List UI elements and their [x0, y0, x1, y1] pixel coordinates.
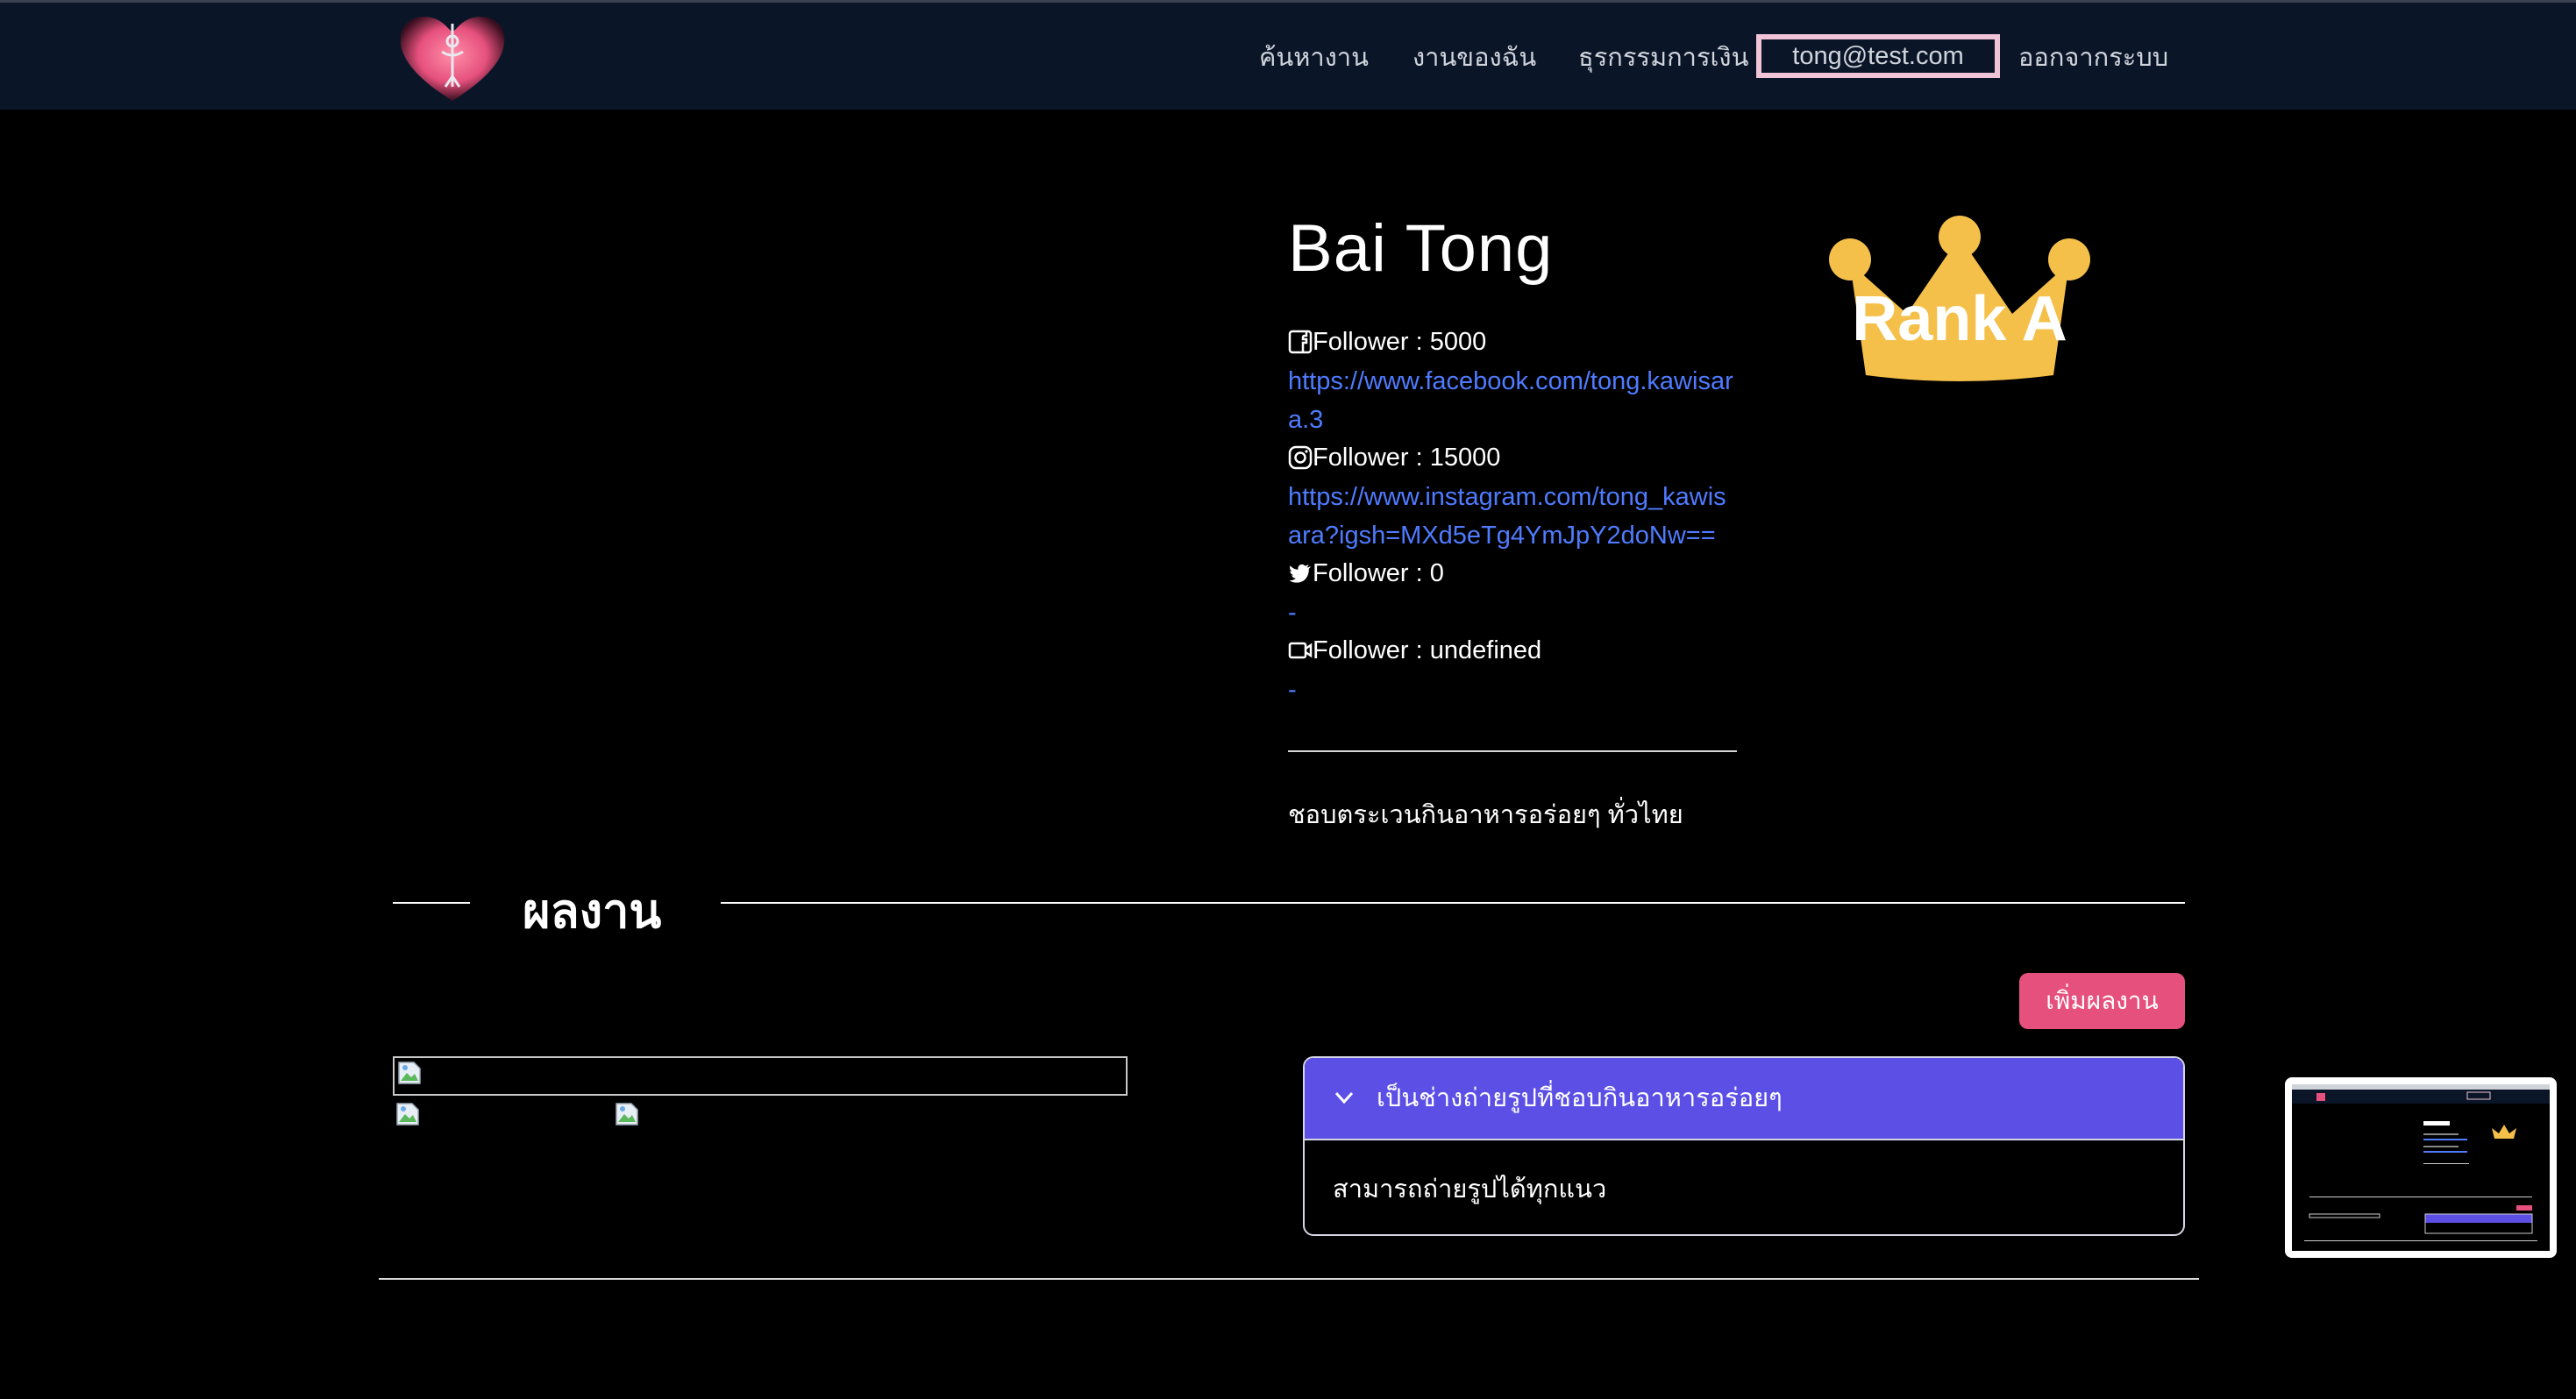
nav-logout[interactable]: ออกจากระบบ	[2018, 36, 2168, 80]
navbar: ค้นหางาน งานของฉัน ธุรกรรมการเงิน tong@t…	[0, 3, 2576, 110]
video-link[interactable]: -	[1288, 671, 1737, 709]
twitter-link[interactable]: -	[1288, 593, 1737, 632]
nav-find-jobs[interactable]: ค้นหางาน	[1259, 36, 1369, 80]
instagram-link[interactable]: https://www.instagram.com/tong_kawisara?…	[1288, 478, 1737, 555]
accordion-header[interactable]: เป็นช่างถ่ายรูปที่ชอบกินอาหารอร่อยๆ	[1305, 1058, 2183, 1140]
preview-miniature	[2292, 1084, 2550, 1241]
twitter-followers: Follower : 0	[1288, 556, 1444, 591]
add-work-button[interactable]: เพิ่มผลงาน	[2019, 973, 2185, 1029]
video-icon	[1288, 642, 1313, 659]
rank-label: Rank A	[1852, 284, 2067, 354]
broken-image-icon	[396, 1103, 419, 1126]
instagram-followers-text: Follower : 15000	[1313, 444, 1501, 472]
instagram-icon	[1288, 445, 1313, 470]
video-followers: Follower : undefined	[1288, 633, 1541, 668]
section-divider-left	[393, 902, 470, 904]
screenshot-preview-image	[2292, 1084, 2550, 1251]
section-title-works: ผลงาน	[523, 885, 662, 938]
chevron-down-icon	[1334, 1091, 1354, 1104]
accordion-title: เป็นช่างถ่ายรูปที่ชอบกินอาหารอร่อยๆ	[1377, 1084, 1783, 1112]
accordion-body: สามารถถ่ายรูปได้ทุกแนว	[1333, 1175, 1607, 1204]
facebook-followers-text: Follower : 5000	[1313, 328, 1487, 356]
work-main-image[interactable]	[393, 1056, 1128, 1096]
rank-crown-icon: Rank A	[1829, 216, 2090, 381]
twitter-icon	[1289, 564, 1311, 583]
screenshot-preview[interactable]	[2285, 1077, 2557, 1258]
twitter-followers-text: Follower : 0	[1313, 559, 1444, 587]
work-thumb-image-1[interactable]	[393, 1099, 423, 1129]
facebook-icon	[1288, 330, 1313, 354]
bottom-divider	[379, 1278, 2199, 1280]
heart-logo-icon[interactable]	[393, 6, 512, 108]
profile-divider	[1288, 750, 1737, 752]
profile-name: Bai Tong	[1288, 211, 1554, 286]
broken-image-icon	[616, 1103, 638, 1126]
work-thumb-image-2[interactable]	[612, 1099, 642, 1129]
nav-user-email[interactable]: tong@test.com	[1756, 34, 2000, 78]
video-followers-text: Follower : undefined	[1313, 636, 1542, 664]
facebook-followers: Follower : 5000	[1288, 324, 1486, 359]
instagram-followers: Follower : 15000	[1288, 440, 1500, 475]
section-divider-right	[721, 902, 2185, 904]
broken-image-icon	[398, 1062, 421, 1084]
profile-bio: ชอบตระเวนกินอาหารอร่อยๆ ทั่วไทย	[1288, 801, 1683, 829]
nav-my-jobs[interactable]: งานของฉัน	[1413, 36, 1536, 80]
work-accordion: เป็นช่างถ่ายรูปที่ชอบกินอาหารอร่อยๆ สามา…	[1303, 1056, 2185, 1236]
nav-transactions[interactable]: ธุรกรรมการเงิน	[1578, 36, 1748, 80]
facebook-link[interactable]: https://www.facebook.com/tong.kawisara.3	[1288, 362, 1737, 439]
